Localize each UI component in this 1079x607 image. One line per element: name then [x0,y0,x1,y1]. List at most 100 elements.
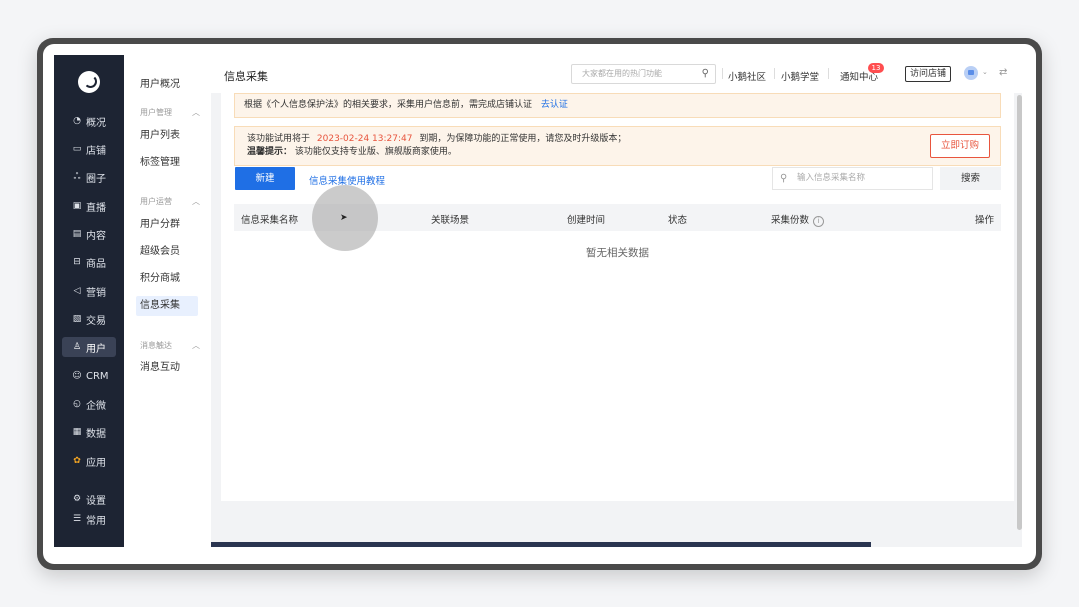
nav-live[interactable]: ▣ 直播 [62,196,116,216]
live-icon: ▣ [72,201,82,211]
chevron-down-icon[interactable]: ⌄ [982,68,988,76]
search-icon: ⚲ [780,173,788,184]
new-button[interactable]: 新建 [235,167,295,190]
community-link[interactable]: 小鹅社区 [728,69,766,83]
search-icon[interactable]: ⚲ [702,65,709,83]
nav-content[interactable]: ▤ 内容 [62,224,116,244]
nav-label: 交易 [86,315,106,327]
divider [774,68,775,79]
nav-label: 商品 [86,258,106,270]
nav-label: 常用 [86,515,106,527]
nav-label: 用户 [86,343,106,355]
subnav-group-header[interactable]: 用户运营 ︿ [140,196,200,207]
subnav-super-member[interactable]: 超级会员 [136,242,198,262]
divider [722,68,723,79]
trial-expiry-notice: 该功能试用将于 2023-02-24 13:27:47 到期，为保障功能的正常使… [234,126,1001,166]
nav-wecom[interactable]: ◵ 企微 [62,394,116,414]
buy-now-button[interactable]: 立即订购 [930,134,990,158]
subnav-message-interaction[interactable]: 消息互动 [136,358,198,378]
nav-apps[interactable]: ✿ 应用 [62,451,116,471]
taskbar-strip [211,542,871,547]
wecom-icon: ◵ [73,399,81,409]
subnav-info-collection[interactable]: 信息采集 [136,296,198,316]
subnav-user-overview[interactable]: 用户概况 [136,75,198,95]
nav-label: 圈子 [86,173,106,185]
tip-label: 温馨提示： [247,147,293,157]
info-icon[interactable]: i [813,216,825,227]
notification-badge: 13 [868,63,884,73]
divider [828,68,829,79]
col-count-label: 采集份数 [771,215,810,226]
nav-crm[interactable]: ☺ CRM [62,366,116,386]
group-title: 用户管理 [140,108,172,117]
app-logo[interactable] [78,71,100,93]
search-placeholder: 大家都在用的热门功能 [582,69,662,78]
nav-label: 应用 [86,457,106,469]
gear-icon: ⚙ [72,494,82,504]
nav-label: 数据 [86,428,106,440]
secondary-nav: 用户概况 用户管理 ︿ 用户列表 标签管理 用户运营 ︿ 用户分群 超级会员 积分商… [124,55,211,547]
chevron-up-icon: ︿ [192,108,200,117]
subnav-tag-management[interactable]: 标签管理 [136,153,198,173]
main-area: 信息采集 大家都在用的热门功能 ⚲ 小鹅社区 小鹅学堂 通知中心 13 访问店铺… [211,55,1022,547]
nav-favorites[interactable]: ☰ 常用 [62,509,116,529]
col-scene: 关联场景 [431,215,470,226]
collection-name-search-input[interactable]: ⚲ 输入信息采集名称 [772,167,933,190]
scrollbar[interactable] [1017,95,1022,530]
expire-date: 2023-02-24 13:27:47 [316,134,413,144]
nav-label: 店铺 [86,145,106,157]
col-status: 状态 [668,215,688,226]
primary-nav: ◔ 概况 ▭ 店铺 ஃ 圈子 ▣ 直播 ▤ 内容 ⊟ 商品 ◁ 营销 ▧ 交易 ♙ 用户 ☺ CRM… [54,55,124,547]
nav-label: 直播 [86,202,106,214]
trade-icon: ▧ [72,314,82,324]
megaphone-icon: ◁ [73,286,81,296]
notice-text: 根据《个人信息保护法》的相关要求，采集用户信息前，需完成店铺认证 [244,100,533,110]
nav-overview[interactable]: ◔ 概况 [62,111,116,131]
cursor-icon: ➤ [340,213,348,223]
global-search-input[interactable]: 大家都在用的热门功能 ⚲ [571,64,716,84]
academy-link[interactable]: 小鹅学堂 [781,69,819,83]
subnav-group-header[interactable]: 消息触达 ︿ [140,340,200,351]
trial-line: 该功能试用将于 2023-02-24 13:27:47 到期，为保障功能的正常使… [247,133,1000,146]
nav-circle[interactable]: ஃ 圈子 [62,167,116,187]
nav-label: 设置 [86,495,106,507]
col-name: 信息采集名称 [241,215,299,226]
certification-notice: 根据《个人信息保护法》的相关要求，采集用户信息前，需完成店铺认证 去认证 [234,93,1001,118]
content-panel: 根据《个人信息保护法》的相关要求，采集用户信息前，需完成店铺认证 去认证 该功能… [221,93,1014,501]
nav-settings[interactable]: ⚙ 设置 [62,489,116,509]
switch-icon[interactable]: ⇄ [999,67,1007,78]
avatar[interactable] [964,66,978,80]
nav-store[interactable]: ▭ 店铺 [62,139,116,159]
col-actions: 操作 [975,215,995,226]
visit-store-button[interactable]: 访问店铺 [905,66,951,82]
nav-data[interactable]: ▦ 数据 [62,422,116,442]
subnav-group-header[interactable]: 用户管理 ︿ [140,107,200,118]
col-count: 采集份数 i [771,212,825,227]
subnav-points-mall[interactable]: 积分商城 [136,269,198,289]
chevron-up-icon: ︿ [192,341,200,350]
top-bar: 信息采集 大家都在用的热门功能 ⚲ 小鹅社区 小鹅学堂 通知中心 13 访问店铺… [211,55,1022,93]
subnav-user-segments[interactable]: 用户分群 [136,215,198,235]
chevron-up-icon: ︿ [192,197,200,206]
group-icon: ஃ [73,172,81,182]
nav-label: 营销 [86,287,106,299]
group-title: 消息触达 [140,341,172,350]
go-certify-link[interactable]: 去认证 [541,100,568,110]
group-title: 用户运营 [140,197,172,206]
user-icon: ♙ [72,342,82,352]
search-button[interactable]: 搜索 [940,167,1001,190]
nav-label: 企微 [86,400,106,412]
store-icon: ▭ [72,144,82,154]
tip-text: 该功能仅支持专业版、旗舰版商家使用。 [294,147,457,157]
apps-icon: ✿ [73,456,81,466]
subnav-user-list[interactable]: 用户列表 [136,126,198,146]
goods-icon: ⊟ [73,257,81,267]
data-icon: ▦ [72,427,82,437]
nav-trade[interactable]: ▧ 交易 [62,309,116,329]
nav-user[interactable]: ♙ 用户 [62,337,116,357]
tip-line: 温馨提示： 该功能仅支持专业版、旗舰版商家使用。 [247,146,1000,159]
nav-label: 内容 [86,230,106,242]
nav-goods[interactable]: ⊟ 商品 [62,252,116,272]
col-created-time: 创建时间 [567,215,606,226]
nav-marketing[interactable]: ◁ 营销 [62,281,116,301]
